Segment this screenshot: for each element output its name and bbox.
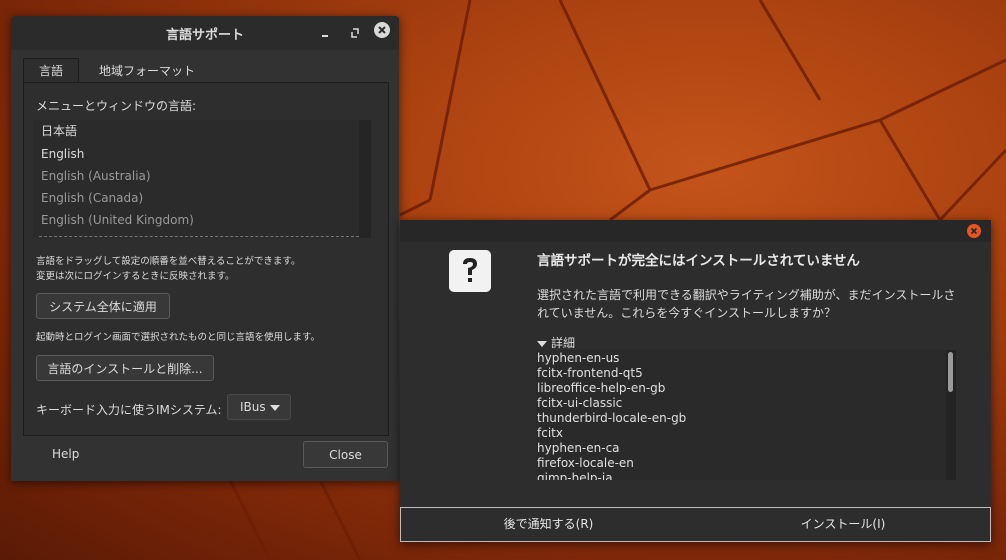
language-support-window: 言語サポート 言語 地域フォーマット メニューとウィンドウの言語: 日本語 En… — [11, 16, 399, 481]
remind-later-button[interactable]: 後で通知する(R) — [401, 508, 696, 541]
list-item: thunderbird-locale-en-gb — [537, 411, 687, 425]
drag-hint: 言語をドラッグして設定の順番を並べ替えることができます。 — [36, 256, 301, 267]
install-incomplete-dialog: 言語サポートが完全にはインストールされていません 選択された言語で利用できる翻訳… — [400, 220, 991, 542]
apply-system-wide-button[interactable]: システム全体に適用 — [36, 293, 170, 319]
minimize-icon[interactable] — [316, 24, 334, 42]
dialog-titlebar[interactable] — [400, 220, 991, 242]
help-button[interactable]: Help — [52, 447, 79, 461]
drag-hint-sub: 変更は次にログインするときに反映されます。 — [36, 271, 235, 282]
menu-language-label: メニューとウィンドウの言語: — [36, 99, 197, 113]
tab-regional-formats[interactable]: 地域フォーマット — [87, 59, 207, 83]
tab-language[interactable]: 言語 — [23, 58, 79, 84]
dialog-message: 選択された言語で利用できる翻訳やライティング補助が、まだインストールされていませ… — [537, 288, 956, 320]
list-item: fcitx-frontend-qt5 — [537, 366, 643, 380]
language-list[interactable]: 日本語 English English (Australia) English … — [33, 120, 371, 238]
install-button[interactable]: インストール(I) — [696, 508, 990, 541]
package-list[interactable]: hyphen-en-us fcitx-frontend-qt5 libreoff… — [536, 350, 956, 480]
close-icon[interactable] — [374, 22, 390, 38]
list-divider — [39, 236, 359, 237]
details-expander[interactable]: 詳細 — [537, 334, 575, 351]
dialog-button-bar: 後で通知する(R) インストール(I) — [400, 507, 991, 542]
maximize-icon[interactable] — [346, 24, 364, 42]
chevron-down-icon — [270, 405, 280, 411]
scrollbar-thumb[interactable] — [948, 352, 953, 392]
list-item: libreoffice-help-en-gb — [537, 381, 666, 395]
window-title: 言語サポート — [165, 28, 244, 43]
im-system-label: キーボード入力に使うIMシステム: — [36, 403, 222, 417]
list-item: hyphen-en-ca — [537, 441, 620, 455]
close-icon[interactable] — [967, 224, 981, 238]
language-item-english-uk[interactable]: English (United Kingdom) — [41, 209, 194, 231]
list-item: fcitx-ui-classic — [537, 396, 623, 410]
question-icon — [449, 250, 491, 292]
im-system-dropdown[interactable]: IBus — [227, 394, 291, 420]
language-item-english-canada[interactable]: English (Canada) — [41, 187, 143, 209]
install-remove-languages-button[interactable]: 言語のインストールと削除... — [36, 355, 214, 381]
list-item: fcitx — [537, 426, 563, 440]
language-item-english-australia[interactable]: English (Australia) — [41, 165, 151, 187]
list-item: hyphen-en-us — [537, 351, 620, 365]
apply-hint: 起動時とログイン画面で選択されたものと同じ言語を使用します。 — [36, 332, 321, 343]
language-item-japanese[interactable]: 日本語 — [41, 120, 77, 142]
im-system-value: IBus — [240, 400, 266, 414]
package-list-scrollbar[interactable] — [946, 350, 956, 480]
close-button[interactable]: Close — [303, 441, 388, 468]
expander-arrow-icon — [537, 340, 547, 347]
language-list-scrollbar[interactable] — [359, 120, 371, 238]
window-titlebar[interactable]: 言語サポート — [11, 16, 399, 50]
language-item-english[interactable]: English — [41, 143, 84, 165]
list-item: gimp-help-ja — [537, 471, 613, 480]
details-label: 詳細 — [551, 336, 576, 350]
list-item: firefox-locale-en — [537, 456, 634, 470]
dialog-heading: 言語サポートが完全にはインストールされていません — [537, 253, 860, 269]
